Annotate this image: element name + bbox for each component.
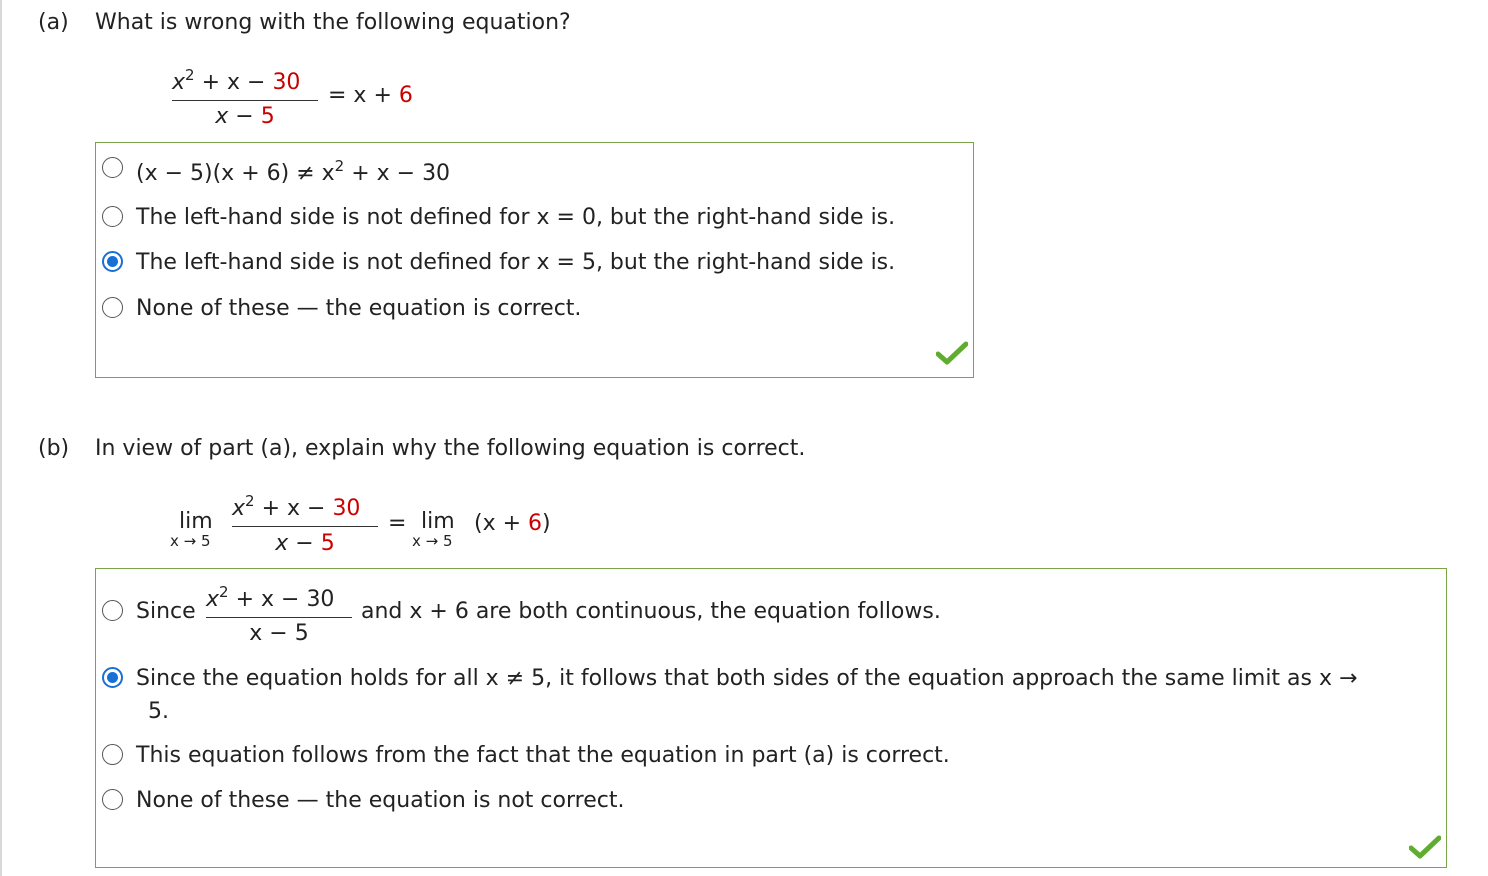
- part-a-question: What is wrong with the following equatio…: [95, 10, 571, 35]
- limit-subscript: x → 5: [170, 532, 211, 550]
- limit-label: lim: [179, 509, 213, 534]
- option-a3-radio-selected[interactable]: [102, 251, 123, 272]
- option-a2-radio[interactable]: [102, 206, 123, 227]
- part-b-answer-box: Since x2 + x − 30 x − 5 and x + 6 are bo…: [95, 568, 1447, 868]
- fraction-bar: [172, 100, 318, 101]
- fraction-denominator: x − 5: [215, 104, 275, 129]
- left-border: [0, 0, 2, 876]
- option-a4-radio[interactable]: [102, 297, 123, 318]
- option-a2-label[interactable]: The left-hand side is not defined for x …: [136, 207, 895, 229]
- option-a1-label[interactable]: (x − 5)(x + 6) ≠ x2 + x − 30: [136, 159, 450, 185]
- option-b1-radio[interactable]: [102, 600, 123, 621]
- option-b3-radio[interactable]: [102, 744, 123, 765]
- option-a4-label[interactable]: None of these — the equation is correct.: [136, 298, 581, 320]
- fraction-denominator: x − 5: [249, 621, 309, 646]
- check-icon: [936, 341, 968, 365]
- option-b2-radio-selected[interactable]: [102, 667, 123, 688]
- option-b2-label-line1[interactable]: Since the equation holds for all x ≠ 5, …: [136, 668, 1357, 690]
- option-b4-label[interactable]: None of these — the equation is not corr…: [136, 790, 624, 812]
- part-a-answer-box: (x − 5)(x + 6) ≠ x2 + x − 30 The left-ha…: [95, 142, 974, 378]
- option-a1-radio[interactable]: [102, 157, 123, 178]
- fraction-numerator: x2 + x − 30: [172, 66, 301, 95]
- equation-rhs: = x + 6: [328, 83, 413, 108]
- fraction-bar: [232, 526, 378, 527]
- check-icon: [1409, 835, 1441, 859]
- rhs-limit-label: lim: [421, 509, 455, 534]
- part-b-question: In view of part (a), explain why the fol…: [95, 436, 806, 461]
- equals-sign: =: [388, 511, 407, 536]
- part-a-label: (a): [38, 10, 69, 35]
- fraction-bar: [206, 617, 352, 618]
- fraction-denominator: x − 5: [275, 531, 335, 556]
- option-b4-radio[interactable]: [102, 789, 123, 810]
- fraction-numerator: x2 + x − 30: [232, 492, 361, 521]
- option-b1-prefix[interactable]: Since: [136, 601, 196, 623]
- rhs-expression: (x + 6): [474, 511, 551, 536]
- option-b3-label[interactable]: This equation follows from the fact that…: [136, 745, 950, 767]
- part-b-label: (b): [38, 436, 70, 461]
- rhs-limit-subscript: x → 5: [412, 532, 453, 550]
- option-b1-suffix[interactable]: and x + 6 are both continuous, the equat…: [361, 601, 941, 623]
- fraction-numerator: x2 + x − 30: [206, 583, 335, 612]
- option-b2-label-line2[interactable]: 5.: [148, 701, 169, 723]
- option-a3-label[interactable]: The left-hand side is not defined for x …: [136, 252, 895, 274]
